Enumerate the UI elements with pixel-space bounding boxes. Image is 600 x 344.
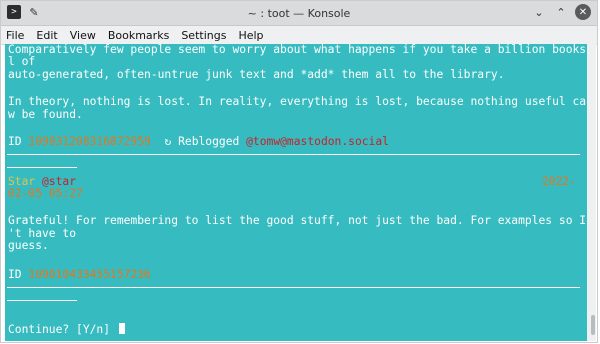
short-separator [7, 300, 77, 301]
toot-text-line: guess. [8, 239, 49, 252]
menu-view[interactable]: View [70, 29, 96, 42]
scrollbar[interactable] [587, 44, 596, 341]
toot-id: 109031208316872959 [28, 135, 151, 148]
minimize-button[interactable]: ⌄ [531, 4, 547, 20]
scroll-thumb[interactable] [591, 315, 595, 335]
menu-help[interactable]: Help [238, 29, 263, 42]
continue-prompt: Continue? [Y/n] [8, 323, 117, 336]
separator-line [7, 287, 580, 288]
menu-settings[interactable]: Settings [181, 29, 226, 42]
toot-text-line: Grateful! For remembering to list the go… [8, 214, 588, 227]
konsole-window: > ✎ ~ : toot — Konsole ⌄ ⌃ ✕ File Edit V… [0, 0, 598, 343]
id-label: ID [8, 135, 22, 148]
separator-line [7, 154, 580, 155]
text-cursor [118, 323, 125, 334]
maximize-button[interactable]: ⌃ [553, 4, 569, 20]
toot-date-part2: 02-05 05:27 [8, 187, 83, 200]
menu-bar: File Edit View Bookmarks Settings Help [1, 26, 597, 45]
chevron-up-icon: ⌃ [556, 5, 566, 19]
window-title: ~ : toot — Konsole [247, 6, 351, 20]
menu-edit[interactable]: Edit [36, 29, 57, 42]
toot-id-row: ID 109010433455157236 [8, 269, 151, 281]
toot-text-line: In theory, nothing is lost. In reality, … [8, 95, 588, 108]
close-icon: ✕ [578, 6, 588, 18]
toot-id: 109010433455157236 [28, 268, 151, 281]
menu-bookmarks[interactable]: Bookmarks [108, 29, 169, 42]
reblogged-by: @tomw@mastodon.social [246, 135, 389, 148]
toot-text-line: auto-generated, often-untrue junk text a… [8, 68, 505, 81]
toot-id-row: ID 109031208316872959 ↻ Reblogged @tomw@… [8, 136, 389, 148]
terminal-output[interactable]: Comparatively few people seem to worry a… [5, 44, 588, 341]
title-bar[interactable]: > ✎ ~ : toot — Konsole ⌄ ⌃ ✕ [1, 1, 597, 26]
short-separator [7, 167, 77, 168]
menu-file[interactable]: File [6, 29, 24, 42]
reblog-icon: ↻ [164, 135, 172, 148]
author-row: Star @star 2022- [8, 176, 578, 188]
pin-icon[interactable]: ✎ [27, 5, 41, 19]
close-button[interactable]: ✕ [575, 4, 591, 20]
konsole-app-icon[interactable]: > [7, 5, 21, 19]
toot-text-line: w be found. [8, 108, 83, 121]
toot-text-line: Comparatively few people seem to worry a… [8, 44, 588, 56]
continue-prompt-row[interactable]: Continue? [Y/n] [8, 323, 125, 336]
reblog-label: Reblogged [178, 135, 240, 148]
id-label: ID [8, 268, 22, 281]
toot-date-part1: 2022- [541, 175, 576, 188]
toot-text-line: l of [8, 55, 36, 68]
chevron-down-icon: ⌄ [534, 5, 544, 19]
